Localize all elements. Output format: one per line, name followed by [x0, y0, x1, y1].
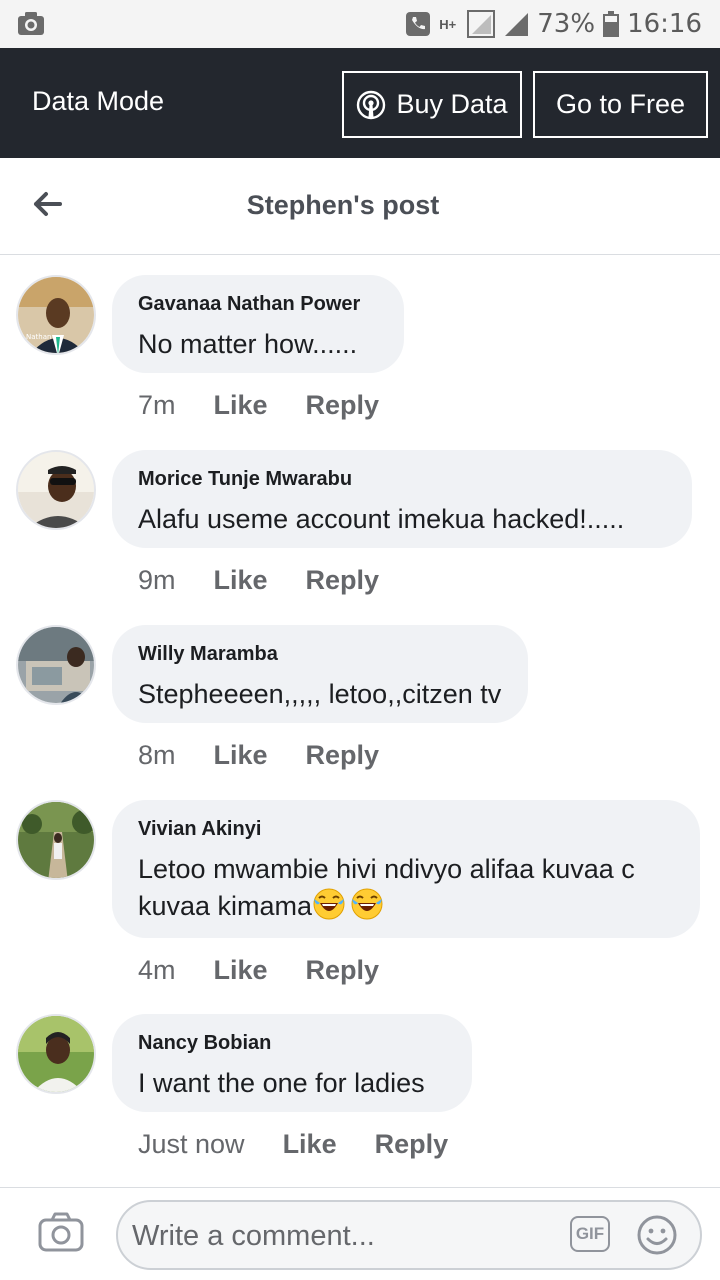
gif-icon[interactable]: GIF [570, 1216, 610, 1252]
commenter-name[interactable]: Willy Maramba [138, 643, 502, 666]
buy-data-button[interactable]: Buy Data [342, 71, 522, 138]
signal-icon [467, 10, 496, 38]
comment-text-line2: kuvaa kimama [138, 891, 313, 921]
buy-data-label: Buy Data [396, 89, 508, 119]
comment-bubble[interactable]: Gavanaa Nathan Power No matter how...... [112, 275, 404, 373]
comment-input[interactable]: Write a comment... GIF [116, 1200, 702, 1270]
broadcast-icon [357, 90, 386, 119]
battery-icon [603, 11, 620, 37]
comment-bubble[interactable]: Nancy Bobian I want the one for ladies [112, 1014, 472, 1112]
commenter-name[interactable]: Morice Tunje Mwarabu [138, 468, 666, 491]
comment-actions: 9m Like Reply [138, 565, 417, 596]
comment-composer: Write a comment... GIF [0, 1187, 720, 1280]
post-header: Stephen's post [0, 158, 720, 255]
go-to-free-label: Go to Free [555, 89, 686, 119]
commenter-name[interactable]: Nancy Bobian [138, 1032, 446, 1055]
avatar[interactable] [16, 1014, 96, 1094]
like-button[interactable]: Like [283, 1129, 337, 1160]
network-type: H+ [439, 16, 457, 32]
comment-text: Letoo mwambie hivi ndivyo alifaa kuvaa c… [138, 851, 674, 924]
go-to-free-button[interactable]: Go to Free [533, 71, 708, 138]
avatar-caption: Nathan [26, 333, 51, 341]
signal-bars-icon [505, 13, 529, 36]
comment-actions: 8m Like Reply [138, 740, 417, 771]
comment-actions: Just now Like Reply [138, 1129, 486, 1160]
comment-bubble[interactable]: Willy Maramba Stepheeeen,,,,, letoo,,cit… [112, 625, 528, 723]
comment-time: Just now [138, 1129, 245, 1159]
data-mode-label: Data Mode [32, 86, 165, 116]
page-title: Stephen's post [246, 190, 440, 220]
battery-percent: 73% [537, 9, 596, 39]
commenter-name[interactable]: Vivian Akinyi [138, 818, 674, 841]
comment-actions: 7m Like Reply [138, 390, 417, 421]
comment-text: Stepheeeen,,,,, letoo,,citzen tv [138, 679, 502, 709]
comment-bubble[interactable]: Vivian Akinyi Letoo mwambie hivi ndivyo … [112, 800, 700, 938]
comment-time: 8m [138, 740, 176, 770]
reply-button[interactable]: Reply [306, 955, 380, 986]
camera-icon [18, 12, 44, 35]
reply-button[interactable]: Reply [375, 1129, 449, 1160]
clock: 16:16 [627, 9, 702, 39]
comment-time: 7m [138, 390, 176, 420]
comment-text: No matter how...... [138, 329, 358, 359]
comment-placeholder: Write a comment... [132, 1220, 375, 1252]
comment-time: 4m [138, 955, 176, 985]
comment-actions: 4m Like Reply [138, 955, 417, 986]
comment-bubble[interactable]: Morice Tunje Mwarabu Alafu useme account… [112, 450, 692, 548]
avatar[interactable] [16, 800, 96, 880]
reply-button[interactable]: Reply [306, 740, 380, 771]
comment-time: 9m [138, 565, 176, 595]
phone-icon [406, 12, 431, 36]
avatar[interactable] [16, 450, 96, 530]
reply-button[interactable]: Reply [306, 390, 380, 421]
camera-icon[interactable] [38, 1212, 84, 1252]
laughing-emoji [313, 888, 345, 920]
avatar[interactable] [16, 625, 96, 705]
avatar[interactable]: Nathan [16, 275, 96, 355]
like-button[interactable]: Like [214, 390, 268, 421]
like-button[interactable]: Like [214, 565, 268, 596]
status-bar: H+ 73% 16:16 [0, 0, 720, 48]
like-button[interactable]: Like [214, 955, 268, 986]
laughing-emoji [351, 888, 383, 920]
commenter-name[interactable]: Gavanaa Nathan Power [138, 293, 378, 316]
comment-text: Alafu useme account imekua hacked!..... [138, 504, 625, 534]
data-mode-bar: Data Mode Buy Data Go to Free [0, 48, 720, 158]
comment-text: I want the one for ladies [138, 1068, 425, 1098]
reply-button[interactable]: Reply [306, 565, 380, 596]
like-button[interactable]: Like [214, 740, 268, 771]
smiley-icon[interactable] [636, 1214, 678, 1256]
comment-text-line1: Letoo mwambie hivi ndivyo alifaa kuvaa c [138, 854, 635, 884]
